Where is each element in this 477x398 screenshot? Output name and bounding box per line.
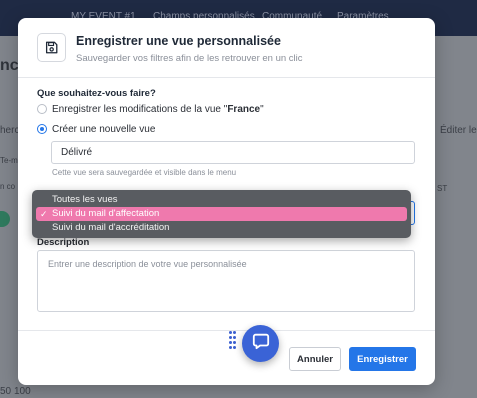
question-label: Que souhaitez-vous faire? <box>37 88 156 99</box>
cancel-button[interactable]: Annuler <box>289 347 341 371</box>
view-name-hint: Cette vue sera sauvegardée et visible da… <box>52 168 237 177</box>
dropdown-option-assignment-mail[interactable]: ✓ Suivi du mail d'affectation <box>36 207 407 221</box>
dropdown-option-all-views[interactable]: Toutes les vues <box>36 193 407 207</box>
radio-create-view-label: Créer une nouvelle vue <box>52 123 156 135</box>
bg-pager-50: 50 <box>0 386 12 397</box>
radio-save-changes-label: Enregistrer les modifications de la vue … <box>52 103 264 115</box>
description-label: Description <box>37 237 90 248</box>
bg-row-label: ST <box>437 184 448 193</box>
drag-handle-icon[interactable] <box>229 331 237 353</box>
modal-footer: Annuler Enregistrer <box>18 330 435 385</box>
bg-column: n co <box>0 182 16 191</box>
chat-bubble-icon <box>252 332 270 355</box>
radio-button[interactable] <box>37 104 47 114</box>
bg-search: herc <box>0 125 20 136</box>
bg-edit-link: Éditer les <box>440 125 477 136</box>
save-icon <box>37 33 66 62</box>
bg-filter: Te-m <box>0 156 18 165</box>
checkmark-icon: ✓ <box>40 209 48 219</box>
modal-header: Enregistrer une vue personnalisée Sauveg… <box>18 18 435 78</box>
radio-create-view[interactable]: Créer une nouvelle vue <box>37 122 155 136</box>
dropdown-option-accreditation-mail[interactable]: Suivi du mail d'accréditation <box>36 221 407 235</box>
radio-save-changes[interactable]: Enregistrer les modifications de la vue … <box>37 102 264 116</box>
bg-page-title: nc <box>0 57 19 74</box>
modal-title: Enregistrer une vue personnalisée <box>76 34 281 48</box>
radio-button-checked[interactable] <box>37 124 47 134</box>
view-name-input[interactable] <box>51 141 415 164</box>
view-dropdown-list: Toutes les vues ✓ Suivi du mail d'affect… <box>32 190 411 238</box>
description-textarea[interactable] <box>37 250 415 312</box>
bg-pager-100: 100 <box>14 386 31 397</box>
chat-launcher-button[interactable] <box>242 325 279 362</box>
save-button[interactable]: Enregistrer <box>349 347 416 371</box>
view-name-france: France <box>227 103 261 115</box>
modal-subtitle: Sauvegarder vos filtres afin de les retr… <box>76 53 303 64</box>
